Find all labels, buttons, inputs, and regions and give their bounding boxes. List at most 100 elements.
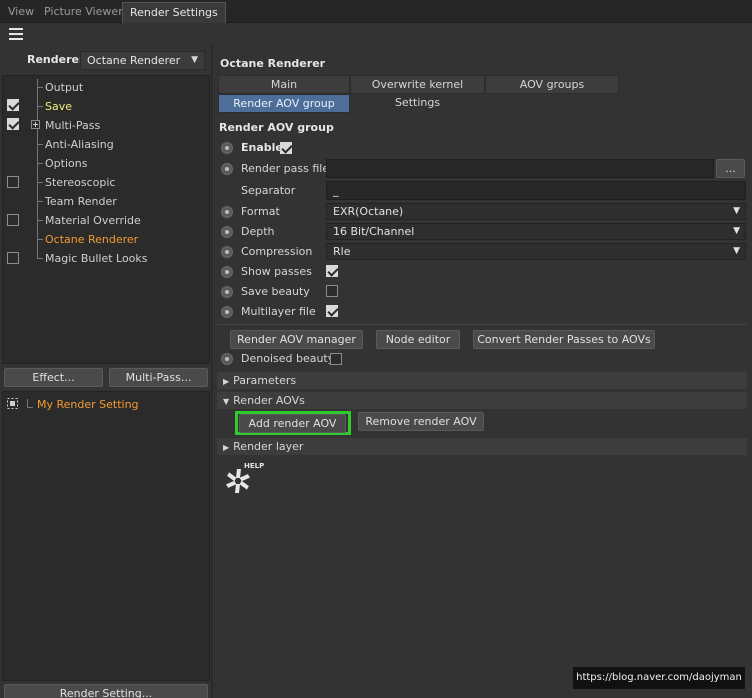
divider	[217, 324, 747, 325]
format-label: Format	[241, 205, 280, 218]
format-dot[interactable]	[221, 206, 233, 218]
tree-item-material-override[interactable]: Material Override	[45, 211, 141, 230]
multilayer-checkbox[interactable]	[326, 305, 338, 317]
compression-label: Compression	[241, 245, 313, 258]
tree-branch	[37, 87, 43, 88]
save-beauty-checkbox[interactable]	[326, 285, 338, 297]
show-passes-checkbox[interactable]	[326, 265, 338, 277]
denoised-beauty-dot[interactable]	[221, 353, 233, 365]
render-setting-button[interactable]: Render Setting...	[4, 684, 208, 698]
add-render-aov-button[interactable]: Add render AOV	[239, 414, 346, 433]
separator-input[interactable]: _	[326, 181, 746, 200]
enable-label: Enable	[241, 141, 283, 154]
tree-item-anti-aliasing[interactable]: Anti-Aliasing	[45, 135, 114, 154]
multilayer-label: Multilayer file	[241, 305, 316, 318]
tree-item-team-render[interactable]: Team Render	[45, 192, 117, 211]
save-beauty-dot[interactable]	[221, 286, 233, 298]
tree-item-output[interactable]: Output	[45, 78, 83, 97]
renderer-select[interactable]: Octane Renderer ▼	[80, 51, 205, 70]
my-render-setting-item[interactable]: My Render Setting	[37, 395, 139, 414]
hamburger-menu-icon[interactable]	[9, 28, 23, 40]
tree-branch	[37, 144, 43, 145]
remove-render-aov-button[interactable]: Remove render AOV	[358, 412, 484, 431]
material-override-checkbox[interactable]	[7, 214, 19, 226]
tree-item-options[interactable]: Options	[45, 154, 87, 173]
tree-item-multi-pass[interactable]: Multi-Pass	[45, 116, 100, 135]
tree-item-stereoscopic[interactable]: Stereoscopic	[45, 173, 115, 192]
tree-branch	[37, 220, 43, 221]
section-parameters[interactable]: ▶ Parameters	[217, 372, 747, 389]
triangle-right-icon: ▶	[223, 443, 230, 452]
help-button[interactable]: HELP	[223, 462, 267, 498]
save-beauty-label: Save beauty	[241, 285, 310, 298]
denoised-beauty-checkbox[interactable]	[330, 353, 342, 365]
tab-view[interactable]: View	[1, 2, 41, 23]
tree-branch	[37, 106, 43, 107]
depth-select-value: 16 Bit/Channel	[333, 225, 415, 238]
depth-label: Depth	[241, 225, 275, 238]
expand-plus-icon[interactable]	[31, 120, 40, 129]
enable-keyframe-dot[interactable]	[221, 142, 233, 154]
effect-button[interactable]: Effect...	[4, 368, 103, 387]
tree-branch	[27, 399, 33, 408]
section-render-layer[interactable]: ▶ Render layer	[217, 438, 747, 455]
multipass-button[interactable]: Multi-Pass...	[109, 368, 208, 387]
chevron-down-icon: ▼	[733, 206, 740, 216]
menu-bar	[0, 23, 752, 45]
renderer-select-value: Octane Renderer	[87, 54, 181, 67]
tree-branch	[37, 163, 43, 164]
triangle-down-icon: ▼	[223, 397, 230, 406]
save-checkbox[interactable]	[7, 99, 19, 111]
enable-checkbox[interactable]	[280, 142, 292, 154]
render-pass-file-dot[interactable]	[221, 163, 233, 175]
watermark: https://blog.naver.com/daojyman	[573, 667, 745, 689]
compression-dot[interactable]	[221, 246, 233, 258]
compression-select-value: Rle	[333, 245, 351, 258]
tree-item-octane-renderer[interactable]: Octane Renderer	[45, 230, 138, 249]
node-editor-button[interactable]: Node editor	[376, 330, 460, 349]
compression-select[interactable]: Rle ▼	[326, 243, 746, 260]
tab-render-settings[interactable]: Render Settings	[122, 2, 226, 23]
section-render-layer-label: Render layer	[233, 440, 304, 453]
render-settings-list	[2, 391, 210, 681]
separator-label: Separator	[241, 184, 296, 197]
section-parameters-label: Parameters	[233, 374, 297, 387]
magic-bullet-checkbox[interactable]	[7, 252, 19, 264]
depth-dot[interactable]	[221, 226, 233, 238]
renderer-label: Renderer	[27, 53, 85, 66]
format-select[interactable]: EXR(Octane) ▼	[326, 203, 746, 220]
show-passes-dot[interactable]	[221, 266, 233, 278]
group-title: Render AOV group	[219, 121, 334, 134]
section-render-aovs-label: Render AOVs	[233, 394, 305, 407]
render-setting-icon	[7, 398, 18, 409]
tree-branch	[37, 182, 43, 183]
help-label: HELP	[244, 462, 265, 470]
multipass-checkbox[interactable]	[7, 118, 19, 130]
convert-render-passes-button[interactable]: Convert Render Passes to AOVs	[473, 330, 655, 349]
tree-item-save[interactable]: Save	[45, 97, 72, 116]
section-render-aovs[interactable]: ▼ Render AOVs	[217, 392, 747, 409]
denoised-beauty-label: Denoised beauty	[241, 352, 335, 365]
tree-branch	[37, 201, 43, 202]
depth-select[interactable]: 16 Bit/Channel ▼	[326, 223, 746, 240]
tree-item-magic-bullet-looks[interactable]: Magic Bullet Looks	[45, 249, 148, 268]
browse-button[interactable]: ...	[716, 159, 745, 178]
stereoscopic-checkbox[interactable]	[7, 176, 19, 188]
show-passes-label: Show passes	[241, 265, 312, 278]
subtab-main[interactable]: Main	[218, 75, 350, 94]
panel-title: Octane Renderer	[220, 57, 326, 70]
format-select-value: EXR(Octane)	[333, 205, 404, 218]
subtab-overwrite-kernel[interactable]: Overwrite kernel Settings	[350, 75, 485, 109]
render-pass-file-input[interactable]	[326, 159, 714, 178]
tab-picture-viewer[interactable]: Picture Viewer	[37, 2, 130, 23]
render-pass-file-label: Render pass file	[241, 162, 330, 175]
render-aov-manager-button[interactable]: Render AOV manager	[230, 330, 363, 349]
triangle-right-icon: ▶	[223, 377, 230, 386]
chevron-down-icon: ▼	[733, 246, 740, 256]
subtab-aov-groups[interactable]: AOV groups	[485, 75, 619, 94]
subtab-render-aov-group[interactable]: Render AOV group	[218, 94, 350, 113]
tree-branch	[37, 239, 43, 240]
multilayer-dot[interactable]	[221, 306, 233, 318]
chevron-down-icon: ▼	[191, 55, 198, 65]
chevron-down-icon: ▼	[733, 226, 740, 236]
